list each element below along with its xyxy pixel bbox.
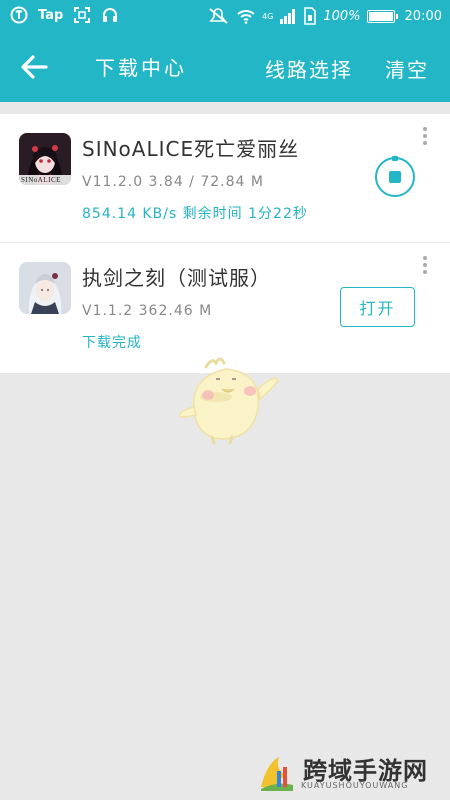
more-menu-icon[interactable] [422,256,428,274]
clear-button[interactable]: 清空 [385,54,429,83]
taptap-icon [10,6,28,24]
download-list: SINoALICE SINoALICE死亡爱丽丝 V11.2.0 3.84 / … [0,114,450,373]
back-arrow-icon[interactable] [18,52,50,82]
stop-icon [389,171,401,183]
game-thumbnail-sinoalice: SINoALICE [19,133,71,185]
network-type: 4G [262,11,274,21]
progress-indicator [392,156,398,161]
watermark-subtitle: KUAYUSHOUYOUWANG [301,781,409,790]
wifi-icon [237,10,255,24]
signal-icon [280,9,296,24]
sim-icon [304,7,317,25]
mute-icon [209,8,228,24]
route-select-button[interactable]: 线路选择 [265,54,353,83]
open-game-button[interactable]: 打开 [340,287,415,327]
chick-mascot-illustration [179,357,279,445]
download-item: 执剑之刻（测试服） V1.1.2 362.46 M 下载完成 打开 [0,243,450,373]
page-title: 下载中心 [95,56,187,80]
download-speed-remaining: 854.14 KB/s 剩余时间 1分22秒 [82,206,308,222]
battery-icon [366,9,398,23]
screenshot-icon [74,7,91,23]
more-menu-icon[interactable] [422,127,428,145]
thumbnail-logo-text: SINoALICE [21,176,61,184]
app-bar: 下载中心 线路选择 清空 [0,32,450,102]
watermark: 跨域手游网 KUAYUSHOUYOUWANG [255,745,450,800]
game-name: 执剑之刻（测试服） [82,266,271,290]
version-size: V11.2.0 3.84 / 72.84 M [82,174,264,190]
clock: 20:00 [404,8,442,24]
game-thumbnail-zhijian [19,262,71,314]
download-item: SINoALICE SINoALICE死亡爱丽丝 V11.2.0 3.84 / … [0,114,450,243]
headphones-icon [103,8,118,22]
stop-download-button[interactable] [375,156,415,197]
status-bar: Tap 4G 100% 20:00 [0,0,450,32]
watermark-logo-icon [261,757,293,791]
version-size: V1.1.2 362.46 M [82,303,213,319]
download-status: 下载完成 [82,335,142,351]
app-label: Tap [38,7,64,23]
battery-percent: 100% [323,8,361,24]
game-name: SINoALICE死亡爱丽丝 [82,137,300,161]
